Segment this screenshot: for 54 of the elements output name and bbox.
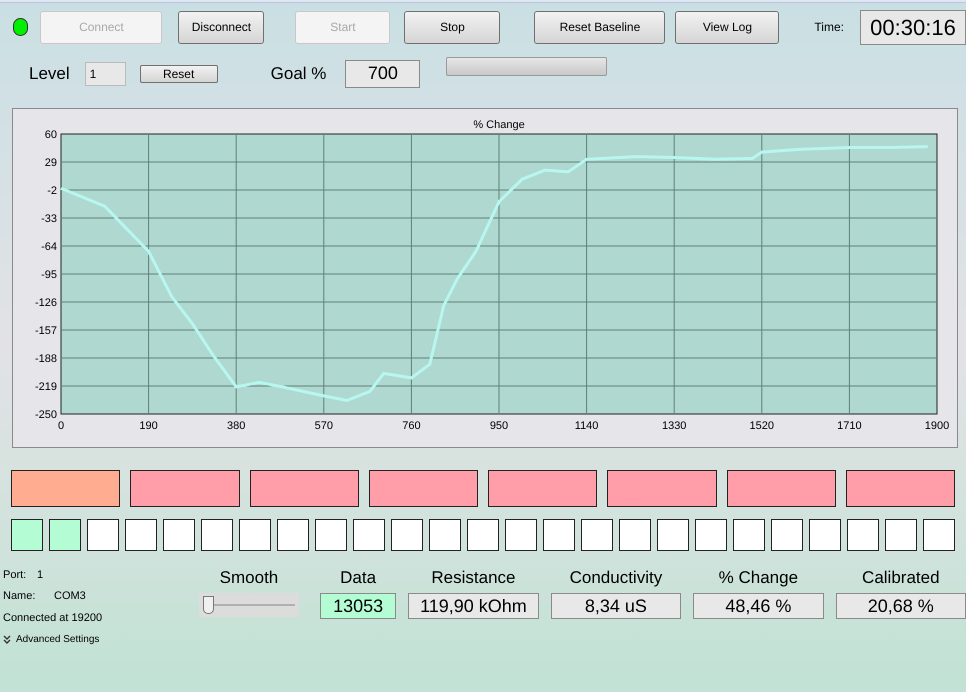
time-label: Time:: [814, 19, 844, 36]
slider-thumb[interactable]: [203, 596, 214, 614]
goal-label: Goal %: [270, 62, 326, 85]
goal-field[interactable]: 700: [345, 60, 420, 88]
time-display: 00:30:16: [860, 10, 966, 44]
reset-button[interactable]: Reset: [140, 64, 218, 82]
double-chevron-icon: [3, 634, 11, 644]
x-axis-label: 760: [402, 420, 421, 432]
y-axis-label: -64: [41, 241, 57, 253]
level-field[interactable]: 1: [84, 62, 126, 86]
readout-label: Resistance: [431, 567, 516, 589]
readout-display: 13053: [320, 593, 396, 619]
y-axis-label: -157: [34, 325, 57, 337]
connection-label: Name:: [3, 589, 36, 604]
y-axis-label: -33: [41, 213, 57, 225]
readout-display: 8,34 uS: [550, 593, 682, 619]
advanced-settings-toggle[interactable]: Advanced Settings: [3, 629, 184, 649]
x-axis-label: 190: [139, 420, 158, 432]
x-axis-label: 1520: [750, 420, 774, 432]
toolbar-button[interactable]: View Log: [675, 10, 780, 44]
connection-value: 1: [37, 568, 44, 584]
readout-label: Data: [340, 567, 376, 589]
x-axis-label: 1710: [837, 420, 862, 432]
smooth-slider[interactable]: [198, 593, 299, 617]
y-axis-label: 60: [44, 129, 57, 141]
x-axis-label: 950: [490, 420, 508, 432]
y-axis-label: 29: [44, 157, 57, 169]
connection-value: COM3: [54, 589, 86, 604]
y-axis-label: -126: [34, 297, 57, 309]
y-axis-label: -188: [34, 353, 57, 365]
connection-label: Port:: [3, 568, 28, 584]
y-axis-label: -219: [34, 381, 57, 393]
x-axis-label: 380: [227, 420, 246, 432]
reset-baseline-button[interactable]: Reset Baseline: [534, 10, 666, 44]
x-axis-label: 570: [314, 420, 333, 432]
readout-label: Calibrated: [862, 567, 940, 589]
readout-label: Conductivity: [570, 567, 662, 589]
level-label: Level: [29, 62, 70, 85]
toolbar-button[interactable]: Disconnect: [178, 10, 264, 44]
chart-title: % Change: [473, 119, 525, 131]
connected-status: Connected at 19200: [3, 610, 104, 626]
readout-display: 20,68 %: [836, 593, 966, 619]
readout-label: % Change: [718, 567, 798, 589]
x-axis-label: 1330: [662, 420, 686, 432]
smooth-label: Smooth: [220, 567, 278, 589]
x-axis-label: 0: [58, 420, 64, 432]
readout-display: 48,46 %: [693, 593, 824, 619]
readout-display: 119,90 kOhm: [408, 593, 539, 619]
y-axis-label: -95: [41, 269, 57, 281]
y-axis-label: -2: [47, 185, 57, 197]
x-axis-label: 1900: [924, 420, 950, 432]
y-axis-label: -250: [34, 409, 57, 421]
x-axis-label: 1140: [574, 420, 598, 432]
toolbar-button[interactable]: Stop: [404, 10, 500, 44]
